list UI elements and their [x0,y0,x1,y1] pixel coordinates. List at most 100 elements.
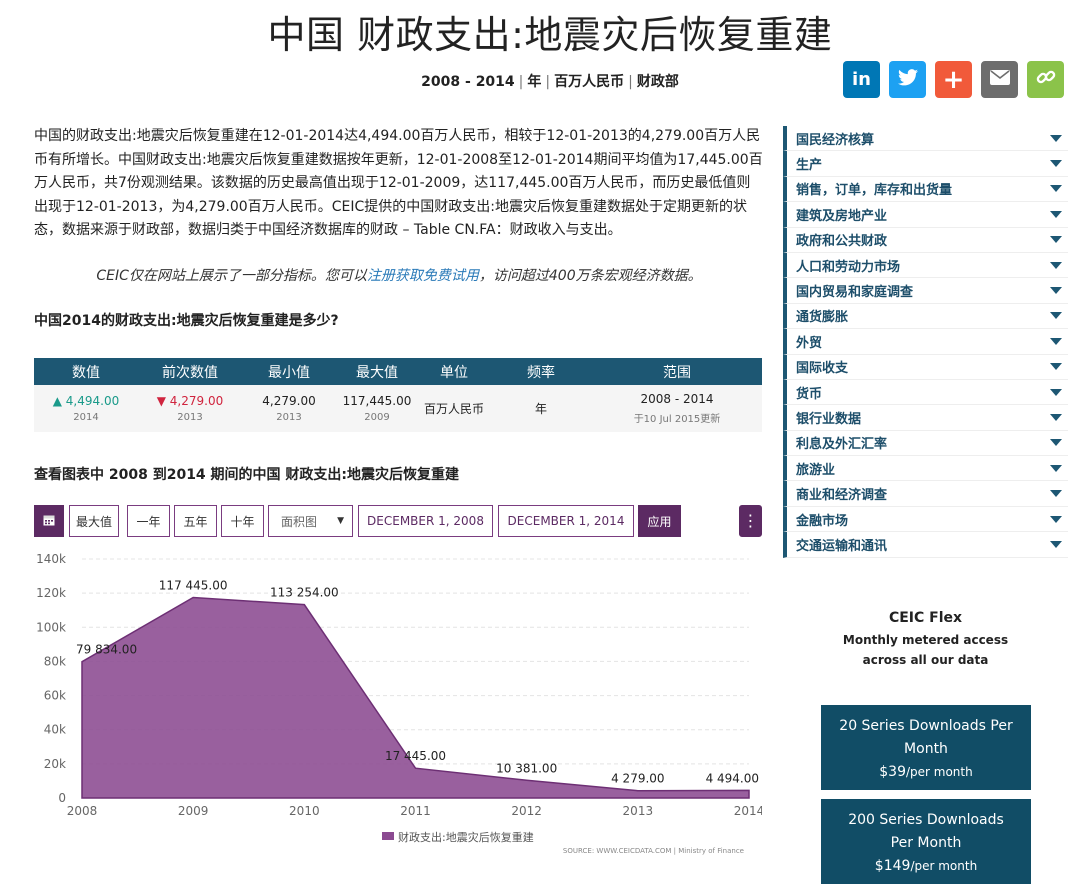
legend-swatch [382,832,394,840]
sidebar-item[interactable]: 政府和公共财政 [783,227,1068,253]
y-tick-label: 120k [36,586,66,600]
y-tick-label: 100k [36,620,66,634]
range-5y-button[interactable]: 五年 [174,505,217,537]
chevron-down-icon [1050,337,1062,345]
chevron-down-icon [1050,464,1062,472]
chart-type-select[interactable]: 面积图 ▼ [268,505,353,537]
flex-line1: Monthly metered access [842,633,1009,647]
chart-type-value: 面积图 [281,514,318,529]
y-tick-label: 60k [44,689,66,703]
cell-prev: ▼ 4,279.00 2013 [138,385,242,432]
sidebar-item[interactable]: 国民经济核算 [783,126,1068,152]
flex-line2: across all our data [862,653,989,667]
chevron-down-icon [1050,490,1062,498]
sidebar-item[interactable]: 外贸 [783,329,1068,355]
subtitle-range: 2008 - 2014 [421,74,515,90]
plan-20-series[interactable]: 20 Series Downloads Per Month $39/per mo… [821,705,1031,790]
chevron-down-icon [1050,261,1062,269]
sidebar-item[interactable]: 旅游业 [783,456,1068,482]
data-label: 117 445.00 [159,579,228,593]
flex-subtitle: Monthly metered access across all our da… [783,630,1068,670]
sidebar-item-label: 货币 [796,386,823,402]
linkedin-share-button[interactable]: in [843,61,880,98]
calendar-icon [43,514,55,529]
sidebar-item[interactable]: 国内贸易和家庭调查 [783,278,1068,304]
sidebar-item-label: 利息及外汇汇率 [796,437,888,453]
chart-toolbar: 最大值 一年 五年 十年 面积图 ▼ DECEMBER 1, 2008 DECEM… [34,505,762,539]
link-icon [1036,67,1056,92]
sidebar-item[interactable]: 销售，订单，库存和出货量 [783,176,1068,203]
max-number: 117,445.00 [342,394,412,408]
range-1y-button[interactable]: 一年 [127,505,170,537]
subtitle-source: 财政部 [636,74,679,90]
chevron-down-icon [1050,312,1062,320]
sidebar-item[interactable]: 建筑及房地产业 [783,202,1068,228]
sidebar-item[interactable]: 人口和劳动力市场 [783,252,1068,279]
end-date-input[interactable]: DECEMBER 1, 2014 [498,505,634,537]
x-tick-label: 2009 [178,804,209,818]
cell-value: ▲ 4,494.00 2014 [34,385,138,432]
twitter-share-button[interactable] [889,61,926,98]
subtitle-frequency: 年 [527,74,542,90]
y-tick-label: 80k [44,654,66,668]
sidebar-item-label: 旅游业 [796,462,836,478]
promo-text: CEIC仅在网站上展示了一部分指标。您可以 [96,268,367,284]
updated-text: 于10 Jul 2015更新 [633,414,721,425]
legend-label: 财政支出:地震灾后恢复重建 [398,830,534,844]
more-share-button[interactable]: + [935,61,972,98]
prev-number: 4,279.00 [169,394,224,408]
trial-signup-link[interactable]: 注册获取免费试用 [367,268,479,284]
range-10y-button[interactable]: 十年 [221,505,264,537]
chart-menu-button[interactable]: ⋮ [739,505,762,537]
sidebar-item-label: 通货膨胀 [796,310,849,326]
header-unit: 单位 [418,358,490,385]
start-date-input[interactable]: DECEMBER 1, 2008 [358,505,493,537]
sidebar-item[interactable]: 货币 [783,379,1068,406]
copy-link-button[interactable] [1027,61,1064,98]
y-tick-label: 20k [44,757,66,771]
apply-button[interactable]: 应用 [638,505,681,537]
subtitle-unit: 百万人民币 [554,74,625,90]
sidebar-item[interactable]: 交通运输和通讯 [783,532,1068,558]
data-label: 4 279.00 [611,772,664,786]
description: 中国的财政支出:地震灾后恢复重建在12-01-2014达4,494.00百万人民… [34,128,763,238]
chevron-down-icon [1050,388,1062,396]
y-tick-label: 40k [44,723,66,737]
header-frequency: 频率 [490,358,592,385]
header-range: 范围 [592,358,762,385]
sidebar-item[interactable]: 国际收支 [783,354,1068,380]
dropdown-arrow-icon: ▼ [337,516,344,526]
sidebar-item-label: 生产 [796,158,823,174]
plan-200-series[interactable]: 200 Series Downloads Per Month $149/per … [821,799,1031,884]
plan1-price: $39 [879,764,906,780]
chart-area: 0 20k 40k 60k 80k 100k 120k 140k 2008 2009 2010 201… [34,552,764,858]
plan1-per: /per month [905,765,973,779]
sidebar-item[interactable]: 金融市场 [783,506,1068,533]
sidebar-item-label: 国内贸易和家庭调查 [796,285,914,301]
area-chart: 0 20k 40k 60k 80k 100k 120k 140k 2008 2009 2010 201… [36,552,764,855]
twitter-icon [897,68,918,91]
sidebar-item[interactable]: 商业和经济调查 [783,481,1068,507]
y-tick-label: 0 [58,791,66,805]
plan2-per: /per month [910,859,978,873]
chevron-down-icon [1050,160,1062,168]
sidebar-item[interactable]: 通货膨胀 [783,303,1068,330]
range-max-button[interactable]: 最大值 [69,505,119,537]
promo-banner: CEIC仅在网站上展示了一部分指标。您可以注册获取免费试用，访问超过400万条宏… [34,265,764,285]
sidebar-item[interactable]: 生产 [783,151,1068,177]
min-number: 4,279.00 [262,394,316,408]
calendar-button[interactable] [34,505,64,537]
chevron-down-icon [1050,287,1062,295]
flex-title: CEIC Flex [888,610,963,626]
email-share-button[interactable] [981,61,1018,98]
data-label: 10 381.00 [496,761,557,775]
sidebar-item-label: 人口和劳动力市场 [796,259,901,275]
chevron-down-icon [1050,413,1062,421]
sidebar-item[interactable]: 利息及外汇汇率 [783,430,1068,457]
data-label: 113 254.00 [270,586,339,600]
cell-max: 117,445.00 2009 [336,385,418,432]
chevron-down-icon [1050,236,1062,244]
sidebar-item[interactable]: 银行业数据 [783,405,1068,431]
sidebar-item-label: 外贸 [796,335,823,351]
y-tick-label: 140k [36,552,66,566]
